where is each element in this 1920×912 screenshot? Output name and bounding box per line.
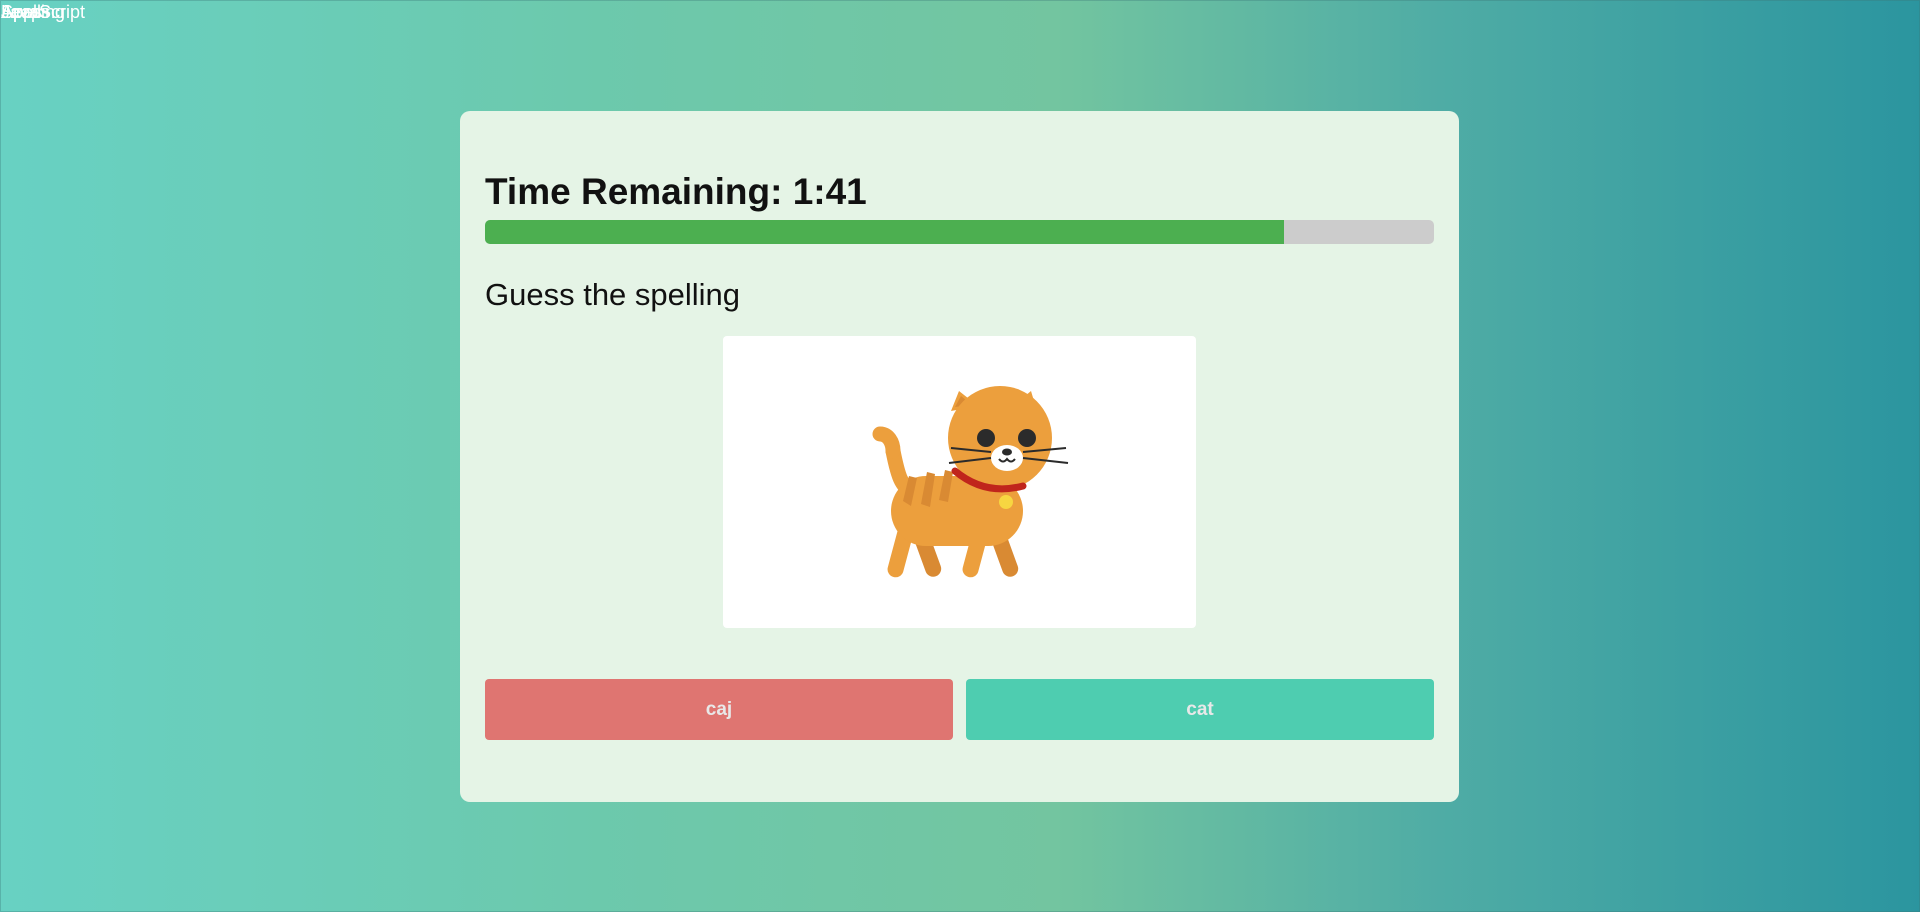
- answer-button-cat[interactable]: cat: [966, 679, 1434, 740]
- overlapping-header-labels: JavaScript Leaps Spelling Apps: [0, 0, 120, 28]
- answer-button-caj[interactable]: caj: [485, 679, 953, 740]
- cat-icon: [872, 386, 1069, 578]
- question-image: [723, 336, 1196, 628]
- game-card: Time Remaining: 1:41 Guess the spelling: [460, 111, 1459, 802]
- overlay-label-apps: Apps: [1, 2, 43, 22]
- time-remaining-heading: Time Remaining: 1:41: [485, 171, 867, 212]
- timer-progress-fill: [485, 220, 1285, 244]
- question-prompt: Guess the spelling: [485, 277, 741, 312]
- timer-progress-bar: [485, 220, 1434, 244]
